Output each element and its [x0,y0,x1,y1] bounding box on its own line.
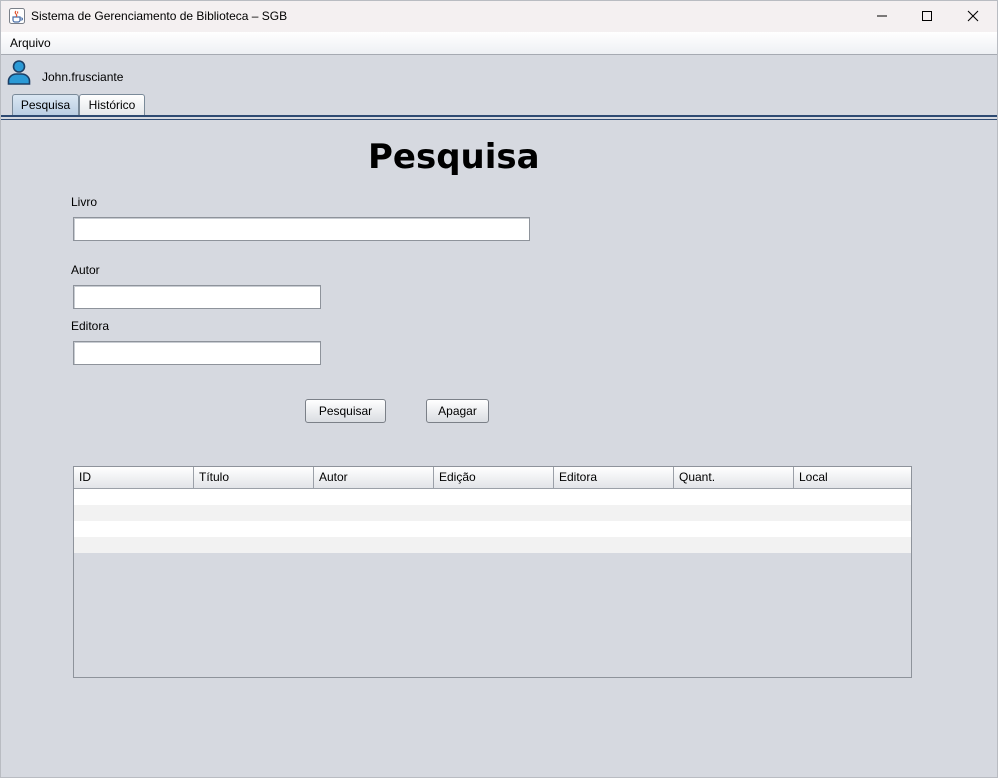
menu-bar: Arquivo [1,32,997,55]
table-header: ID Título Autor Edição Editora Quant. Lo… [74,467,911,489]
column-header-editora[interactable]: Editora [554,467,674,489]
results-table[interactable]: ID Título Autor Edição Editora Quant. Lo… [73,466,912,678]
table-row[interactable] [74,537,911,553]
minimize-icon [877,15,887,17]
java-cup-icon [9,8,25,24]
apagar-button[interactable]: Apagar [426,399,489,423]
close-button[interactable] [950,1,996,32]
tab-divider [1,119,997,120]
tab-divider [1,115,997,117]
pesquisar-button[interactable]: Pesquisar [305,399,386,423]
editora-label: Editora [71,319,110,333]
column-header-local[interactable]: Local [794,467,911,489]
tab-historico[interactable]: Histórico [79,94,145,116]
table-row[interactable] [74,521,911,537]
user-icon [7,60,31,85]
column-header-quant[interactable]: Quant. [674,467,794,489]
table-row[interactable] [74,505,911,521]
maximize-icon [922,11,932,21]
maximize-button[interactable] [904,1,950,32]
minimize-button[interactable] [859,1,905,32]
livro-label: Livro [71,195,98,209]
application-window: Sistema de Gerenciamento de Biblioteca –… [0,0,998,778]
menu-arquivo[interactable]: Arquivo [10,36,51,50]
autor-label: Autor [71,263,100,277]
column-header-edicao[interactable]: Edição [434,467,554,489]
page-title: Pesquisa [368,137,540,177]
close-icon [967,10,979,22]
table-row[interactable] [74,489,911,505]
column-header-titulo[interactable]: Título [194,467,314,489]
tab-pesquisa[interactable]: Pesquisa [12,94,79,116]
user-name: John.frusciante [42,70,124,84]
tab-label: Histórico [88,98,136,112]
window-title: Sistema de Gerenciamento de Biblioteca –… [31,9,288,23]
autor-input[interactable] [73,285,321,309]
tab-label: Pesquisa [20,98,71,112]
column-header-autor[interactable]: Autor [314,467,434,489]
column-header-id[interactable]: ID [74,467,194,489]
livro-input[interactable] [73,217,530,241]
editora-input[interactable] [73,341,321,365]
title-bar[interactable]: Sistema de Gerenciamento de Biblioteca –… [1,1,997,32]
